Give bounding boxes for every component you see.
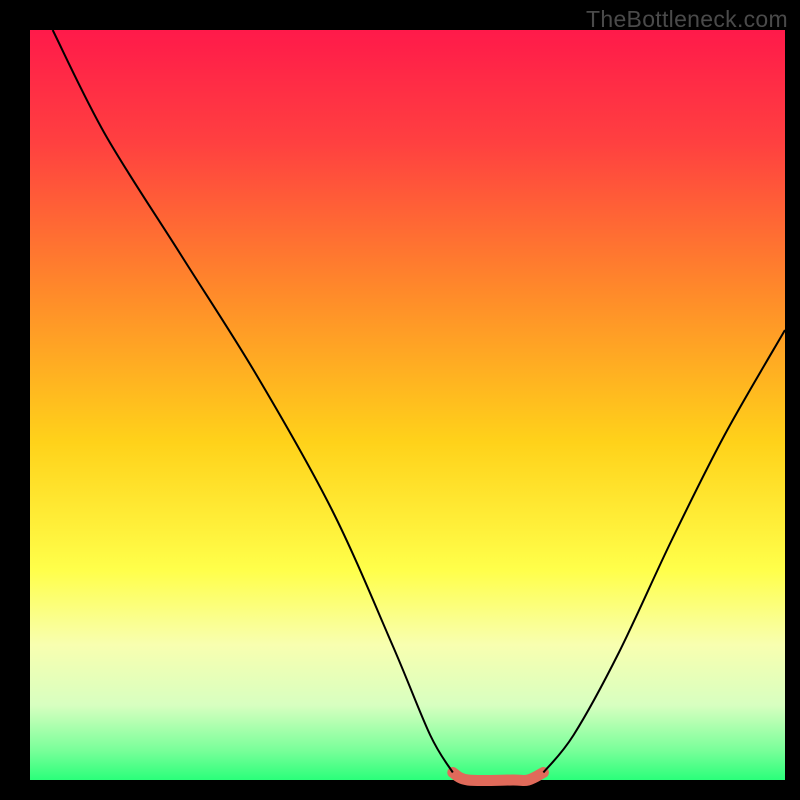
bottleneck-curve-chart (0, 0, 800, 800)
chart-frame: TheBottleneck.com (0, 0, 800, 800)
watermark-text: TheBottleneck.com (586, 6, 788, 33)
plot-background (30, 30, 785, 780)
